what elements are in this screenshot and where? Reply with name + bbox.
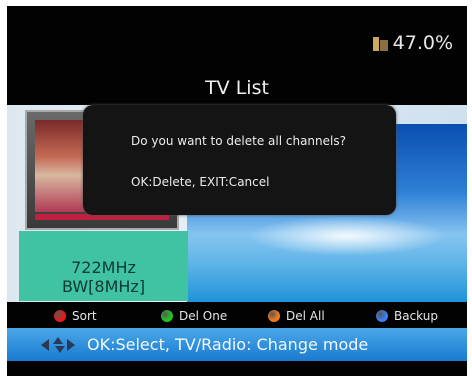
backup-key[interactable]: Backup xyxy=(376,309,438,323)
tv-screen: 47.0% TV List 722MHz BW[8MHz] Do you wan… xyxy=(7,6,467,376)
page-title: TV List xyxy=(205,77,269,99)
storage-indicator: 47.0% xyxy=(372,32,453,54)
backup-label: Backup xyxy=(394,309,438,323)
delete-all-key[interactable]: Del All xyxy=(268,309,325,323)
delete-one-label: Del One xyxy=(179,309,228,323)
storage-icon xyxy=(372,34,389,52)
frequency-panel: 722MHz BW[8MHz] xyxy=(19,231,188,301)
orange-button-icon xyxy=(268,310,280,322)
sort-label: Sort xyxy=(72,309,97,323)
navigation-arrows-icon xyxy=(41,336,83,353)
delete-all-label: Del All xyxy=(286,309,325,323)
dialog-question: Do you want to delete all channels? xyxy=(131,134,346,148)
red-button-icon xyxy=(54,310,66,322)
blue-button-icon xyxy=(376,310,388,322)
bandwidth-value: BW[8MHz] xyxy=(61,277,146,296)
color-key-legend: Sort Del One Del All Backup xyxy=(7,305,467,327)
help-bar: OK:Select, TV/Radio: Change mode xyxy=(7,328,467,361)
green-button-icon xyxy=(161,310,173,322)
dialog-help-text: OK:Delete, EXIT:Cancel xyxy=(131,175,270,189)
storage-value: 47.0% xyxy=(392,32,453,54)
help-text: OK:Select, TV/Radio: Change mode xyxy=(87,335,369,354)
delete-one-key[interactable]: Del One xyxy=(161,309,227,323)
sort-key[interactable]: Sort xyxy=(54,309,97,323)
frequency-value: 722MHz xyxy=(71,258,136,277)
confirm-delete-dialog[interactable]: Do you want to delete all channels? OK:D… xyxy=(83,105,396,215)
